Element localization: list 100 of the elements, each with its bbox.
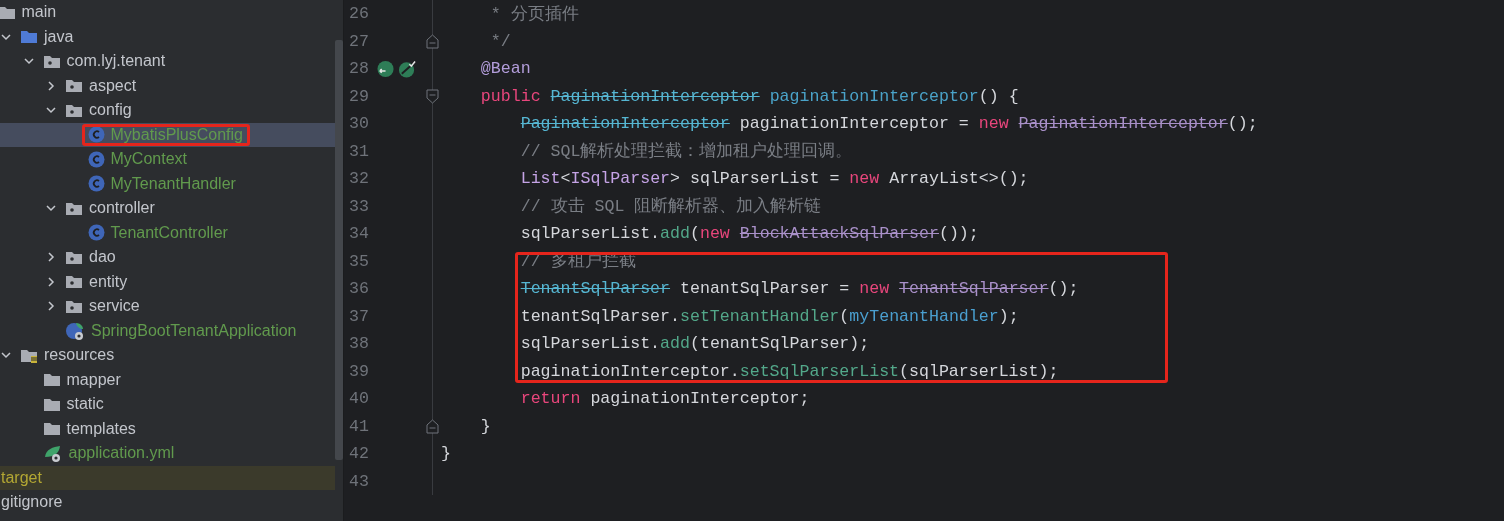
folder-icon bbox=[0, 4, 16, 20]
class-icon bbox=[87, 175, 105, 193]
item-label: application.yml bbox=[67, 444, 176, 463]
class-icon bbox=[87, 150, 105, 168]
item-label: mapper bbox=[65, 370, 122, 389]
line-number: 27 bbox=[348, 31, 369, 51]
tree-item[interactable]: target bbox=[0, 465, 335, 490]
code-line: tenantSqlParser.setTenantHandler(myTenantHandler); bbox=[519, 306, 1019, 326]
class-icon bbox=[87, 224, 105, 242]
tree-item[interactable]: com.lyj.tenant bbox=[0, 49, 335, 74]
package-icon bbox=[65, 274, 83, 290]
code-line: PaginationInterceptor paginationInterceptor = new PaginationInterceptor(); bbox=[519, 114, 1258, 134]
item-label: com.lyj.tenant bbox=[65, 52, 167, 71]
line-number: 36 bbox=[348, 279, 369, 299]
folder-icon bbox=[42, 396, 61, 412]
line-number: 41 bbox=[348, 416, 369, 436]
tree-item[interactable]: dao bbox=[0, 245, 335, 270]
chevron-right-icon[interactable] bbox=[45, 275, 57, 288]
line-number: 30 bbox=[348, 114, 369, 134]
scrollbar[interactable] bbox=[335, 40, 343, 460]
line-number: 39 bbox=[348, 361, 369, 381]
code-line: // 攻击 SQL 阻断解析器、加入解析链 bbox=[519, 196, 822, 218]
tree-item[interactable]: gitignore bbox=[0, 490, 335, 515]
tree-item[interactable]: MyTenantHandler bbox=[0, 171, 335, 196]
tree-item[interactable]: MyContext bbox=[0, 147, 335, 172]
item-label: dao bbox=[88, 248, 117, 267]
line-number: 37 bbox=[348, 306, 369, 326]
tree-item[interactable]: service bbox=[0, 294, 335, 319]
fold-icon[interactable] bbox=[426, 88, 439, 104]
tree-item[interactable]: controller bbox=[0, 196, 335, 221]
code-line: paginationInterceptor.setSqlParserList(sqlParserList); bbox=[519, 361, 1059, 381]
line-number: 34 bbox=[348, 224, 369, 244]
item-label: TenantController bbox=[109, 223, 229, 242]
item-label: MyTenantHandler bbox=[109, 174, 237, 193]
tree-item[interactable]: config bbox=[0, 98, 335, 123]
item-label: aspect bbox=[88, 76, 138, 95]
fold-icon[interactable] bbox=[426, 418, 439, 434]
item-label: config bbox=[88, 101, 133, 120]
item-label: resources bbox=[43, 346, 116, 365]
line-number: 38 bbox=[348, 334, 369, 354]
package-icon bbox=[65, 78, 83, 94]
tree-item[interactable]: aspect bbox=[0, 73, 335, 98]
tree-item[interactable]: java bbox=[0, 24, 335, 49]
chevron-right-icon[interactable] bbox=[45, 251, 57, 264]
code-line: } bbox=[441, 444, 451, 464]
code-line: return paginationInterceptor; bbox=[519, 389, 810, 409]
item-label: templates bbox=[65, 419, 137, 438]
item-label: main bbox=[20, 3, 58, 22]
item-label: entity bbox=[88, 272, 129, 291]
line-number: 29 bbox=[348, 86, 369, 106]
item-label: java bbox=[43, 27, 75, 46]
chevron-right-icon[interactable] bbox=[45, 79, 57, 92]
item-label: MybatisPlusConfig bbox=[109, 125, 244, 144]
fold-icon[interactable] bbox=[426, 33, 439, 49]
tree-item[interactable]: resources bbox=[0, 343, 335, 368]
bean-navigation-icon[interactable] bbox=[377, 59, 395, 78]
line-number: 26 bbox=[348, 4, 369, 24]
package-icon bbox=[65, 298, 83, 314]
item-label: MyContext bbox=[109, 150, 188, 169]
tree-item[interactable]: static bbox=[0, 392, 335, 417]
line-number: 42 bbox=[348, 444, 369, 464]
package-icon bbox=[42, 53, 61, 69]
chevron-right-icon[interactable] bbox=[45, 300, 57, 313]
tree-item[interactable]: templates bbox=[0, 416, 335, 441]
code-line: TenantSqlParser tenantSqlParser = new TenantSqlParser(); bbox=[519, 279, 1079, 299]
item-label: SpringBootTenantApplication bbox=[90, 321, 298, 340]
code-line: sqlParserList.add(tenantSqlParser); bbox=[519, 334, 870, 354]
class-icon bbox=[87, 126, 105, 144]
item-label: controller bbox=[88, 199, 156, 218]
code-line: } bbox=[479, 416, 491, 436]
folder-icon bbox=[42, 421, 61, 437]
resources-folder-icon bbox=[20, 347, 38, 363]
item-label: service bbox=[88, 297, 141, 316]
tree-item[interactable]: mapper bbox=[0, 367, 335, 392]
bean-check-icon[interactable] bbox=[398, 59, 417, 78]
package-icon bbox=[65, 102, 83, 118]
line-number: 32 bbox=[348, 169, 369, 189]
app-icon bbox=[65, 320, 85, 341]
tree-item[interactable]: entity bbox=[0, 269, 335, 294]
package-icon bbox=[65, 200, 83, 216]
line-number: 40 bbox=[348, 389, 369, 409]
code-line: // SQL解析处理拦截：增加租户处理回调。 bbox=[519, 141, 853, 163]
tree-item[interactable]: main bbox=[0, 0, 335, 25]
code-line: */ bbox=[489, 31, 511, 51]
item-label: gitignore bbox=[0, 493, 64, 512]
leaf-icon bbox=[42, 443, 63, 464]
item-label: static bbox=[65, 395, 105, 414]
code-line: sqlParserList.add(new BlockAttackSqlParser()); bbox=[519, 224, 979, 244]
tree-item[interactable]: application.yml bbox=[0, 441, 335, 466]
line-number: 28 bbox=[348, 59, 369, 79]
code-line: * 分页插件 bbox=[489, 3, 579, 25]
code-line: public PaginationInterceptor paginationInterceptor() { bbox=[479, 86, 1019, 106]
code-line: @Bean bbox=[479, 59, 531, 79]
line-number: 31 bbox=[348, 141, 369, 161]
line-number: 43 bbox=[348, 471, 369, 491]
folder-icon bbox=[42, 372, 61, 388]
tree-item[interactable]: TenantController bbox=[0, 220, 335, 245]
line-number: 35 bbox=[348, 251, 369, 271]
line-number: 33 bbox=[348, 196, 369, 216]
tree-item[interactable]: SpringBootTenantApplication bbox=[0, 318, 335, 343]
